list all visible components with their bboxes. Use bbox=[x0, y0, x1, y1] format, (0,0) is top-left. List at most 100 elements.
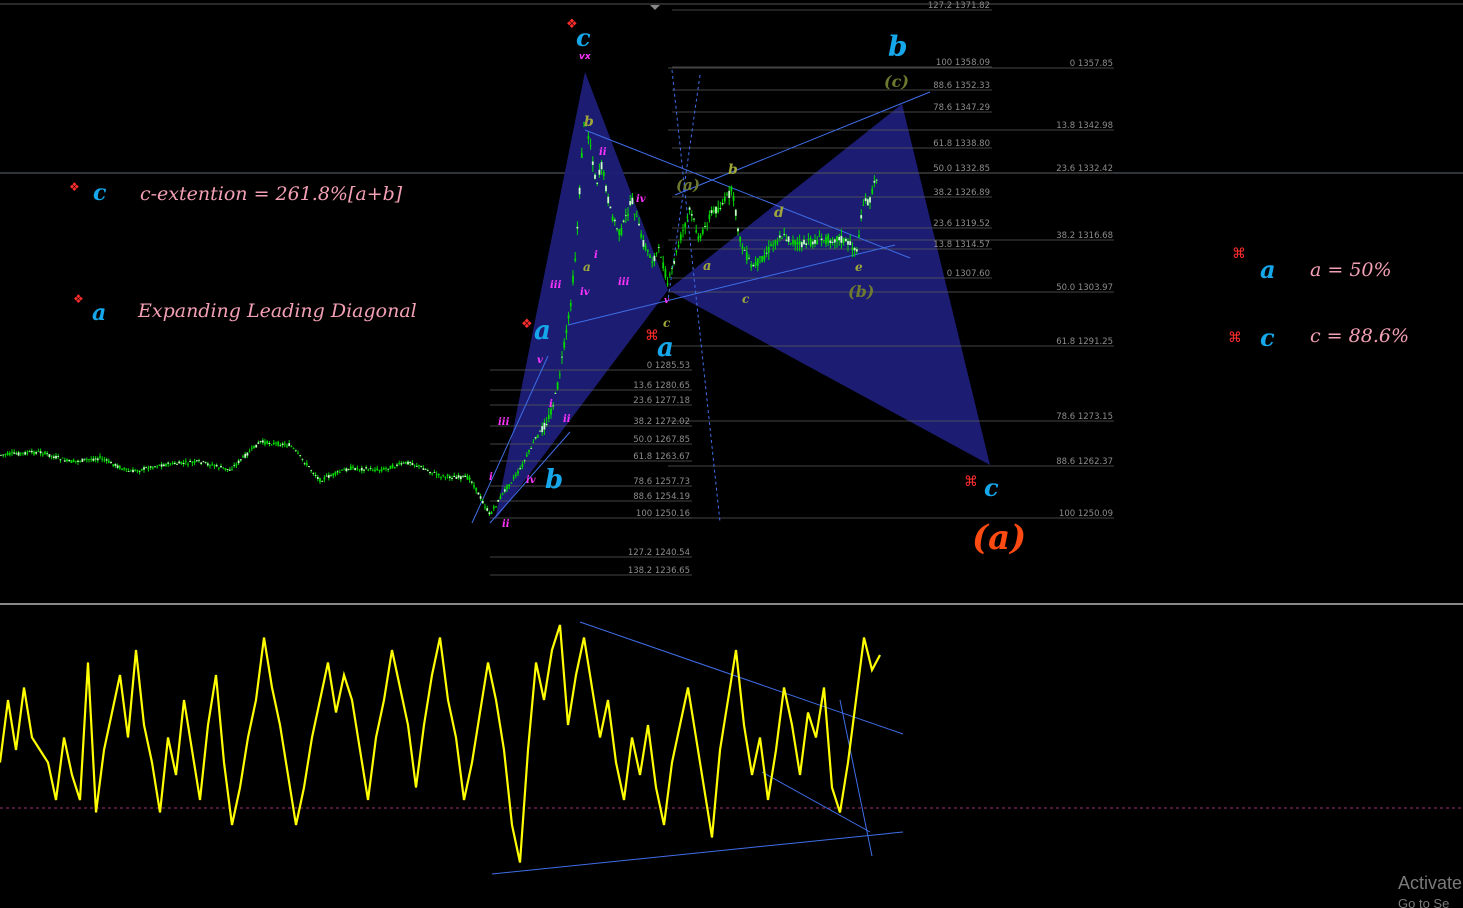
fib-mid-label-8: 13.8 1314.57 bbox=[933, 240, 990, 250]
subwave-i2: i bbox=[549, 399, 553, 410]
candle-body bbox=[541, 426, 544, 433]
candle-body bbox=[523, 460, 526, 462]
candle-body bbox=[774, 240, 777, 245]
candle-body bbox=[495, 506, 497, 508]
candle-body bbox=[528, 450, 530, 452]
candle-body bbox=[728, 190, 731, 199]
candle-body bbox=[811, 241, 814, 245]
candle-body bbox=[112, 464, 115, 466]
fib-left-label-5: 61.8 1263.67 bbox=[633, 452, 690, 462]
candle-body bbox=[246, 452, 249, 456]
candle-body bbox=[99, 456, 101, 458]
candle-body bbox=[330, 475, 332, 477]
candle-body bbox=[105, 459, 108, 461]
candle-body bbox=[30, 450, 33, 453]
candle-body bbox=[598, 169, 601, 175]
candle-body bbox=[74, 460, 77, 462]
candle-body bbox=[490, 512, 493, 514]
candle-body bbox=[717, 207, 720, 213]
candle-body bbox=[118, 465, 121, 469]
candle-body bbox=[160, 464, 163, 467]
candle-body bbox=[426, 470, 429, 472]
candle-body bbox=[530, 447, 533, 449]
subwave-iii3: iii bbox=[498, 417, 510, 428]
candle-body bbox=[565, 329, 568, 334]
candle-body bbox=[211, 464, 214, 466]
candle-body bbox=[486, 508, 489, 511]
candle-body bbox=[41, 454, 44, 456]
candle-body bbox=[424, 468, 427, 470]
candle-body bbox=[849, 241, 852, 246]
candle-body bbox=[198, 460, 200, 462]
note-a-ratio-marker: ⌘ bbox=[1232, 246, 1246, 262]
candle-body bbox=[332, 473, 335, 476]
candle-body bbox=[468, 477, 471, 480]
candle-body bbox=[622, 220, 625, 222]
candle-body bbox=[396, 464, 398, 466]
candle-body bbox=[679, 234, 682, 241]
fib-left-label-9: 127.2 1240.54 bbox=[628, 548, 690, 558]
fib-mid-label-2: 88.6 1352.33 bbox=[933, 81, 990, 91]
candle-body bbox=[787, 236, 790, 242]
fib-right-label-7: 88.6 1262.37 bbox=[1056, 457, 1113, 467]
candle-body bbox=[349, 466, 352, 470]
candle-body bbox=[107, 460, 110, 463]
candle-body bbox=[706, 225, 709, 227]
chart-canvas[interactable]: 0 1357.85 13.8 1342.98 23.6 1332.42 38.2 13… bbox=[0, 0, 1463, 908]
candle-body bbox=[272, 442, 275, 445]
candle-body bbox=[72, 459, 75, 463]
candle-body bbox=[110, 461, 112, 464]
candle-body bbox=[156, 466, 159, 468]
candle-body bbox=[712, 209, 715, 213]
candle-body bbox=[147, 468, 150, 470]
candle-body bbox=[88, 459, 90, 460]
candle-body bbox=[701, 229, 704, 234]
activate-watermark-sub: Go to Se bbox=[1398, 896, 1449, 908]
candle-body bbox=[189, 460, 192, 462]
candle-body bbox=[770, 244, 772, 247]
candle-body bbox=[756, 258, 759, 267]
candle-body bbox=[875, 179, 878, 181]
candle-body bbox=[195, 460, 198, 462]
fib-right-label-3: 38.2 1316.68 bbox=[1056, 231, 1113, 241]
candle-body bbox=[94, 458, 97, 460]
candle-body bbox=[673, 260, 676, 264]
candle-body bbox=[792, 240, 794, 244]
candle-body bbox=[484, 506, 486, 508]
candle-body bbox=[213, 465, 216, 467]
candle-body bbox=[345, 468, 348, 472]
candle-body bbox=[70, 460, 73, 463]
note-c-ext-label: c bbox=[93, 180, 107, 206]
fib-mid-label-5: 50.0 1332.85 bbox=[933, 164, 990, 174]
candle-body bbox=[715, 206, 717, 214]
subwave-v1: v bbox=[664, 296, 670, 306]
candle-body bbox=[96, 458, 99, 461]
fib-left-label-3: 38.2 1272.02 bbox=[633, 417, 690, 427]
candle-body bbox=[488, 512, 491, 515]
candle-body bbox=[11, 452, 13, 454]
candle-body bbox=[855, 249, 858, 252]
candle-body bbox=[508, 484, 511, 487]
candle-body bbox=[4, 454, 7, 456]
candle-body bbox=[264, 441, 266, 445]
candle-body bbox=[580, 152, 583, 158]
candle-body bbox=[600, 162, 603, 170]
oscillator-series[interactable] bbox=[0, 624, 881, 863]
candle-body bbox=[479, 496, 482, 499]
candle-body bbox=[789, 242, 792, 244]
candle-body bbox=[825, 236, 827, 244]
shift-marker-icon[interactable] bbox=[650, 5, 660, 10]
candle-body bbox=[365, 467, 368, 469]
candle-body bbox=[699, 235, 702, 238]
candle-body bbox=[224, 468, 227, 470]
candle-body bbox=[125, 468, 128, 470]
candle-body bbox=[807, 239, 810, 241]
candle-body bbox=[814, 239, 816, 244]
candle-body bbox=[371, 470, 374, 472]
candle-body bbox=[367, 469, 370, 471]
candle-body bbox=[847, 241, 849, 245]
wave-label-c-right: c bbox=[984, 473, 999, 502]
candle-body bbox=[50, 455, 53, 457]
wave-label-c-paren: (c) bbox=[884, 72, 909, 91]
candle-body bbox=[217, 467, 220, 469]
